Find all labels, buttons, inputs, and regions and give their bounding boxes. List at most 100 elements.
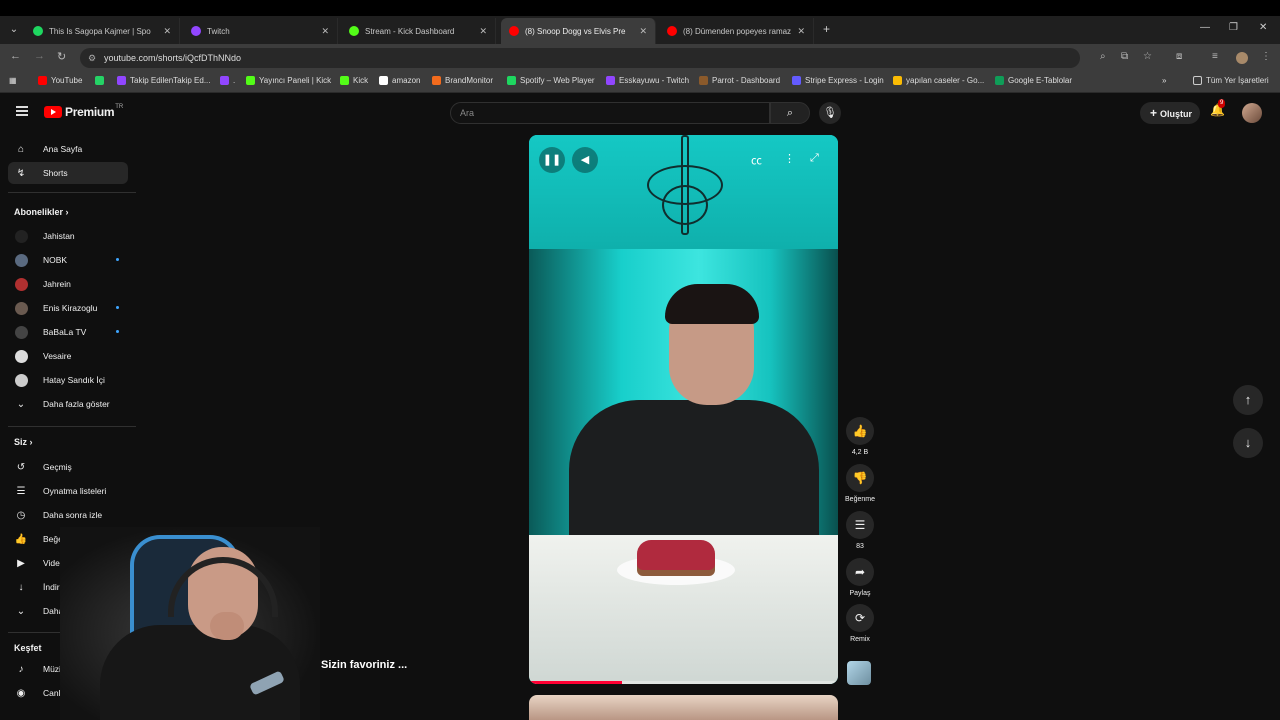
bookmark-item[interactable]: Takip EdilenTakip Ed... [117, 76, 211, 85]
close-window-icon[interactable]: ✕ [1259, 22, 1267, 33]
url-bar[interactable]: ⚙ youtube.com/shorts/iQcfDThNNdo [80, 48, 1080, 68]
guide-menu-icon[interactable] [16, 106, 28, 116]
tab-close-icon[interactable]: ✕ [797, 26, 805, 37]
person-hair [665, 284, 759, 324]
sidebar-item[interactable]: ☰ Oynatma listeleri [8, 480, 128, 502]
volume-icon: ◀ [580, 154, 590, 166]
show-more-button[interactable]: ⌄ Daha fazla göster [8, 393, 128, 415]
browser-tab[interactable]: Stream - Kick Dashboard ✕ [341, 18, 496, 44]
zoom-icon[interactable]: ⌕ [1100, 51, 1106, 62]
fullscreen-icon[interactable]: ⤢ [810, 152, 819, 165]
next-short-preview[interactable] [529, 695, 838, 720]
your-videos-icon: ▶ [17, 557, 25, 569]
bookmark-item[interactable]: . [220, 76, 235, 85]
comment-count: 83 [856, 543, 864, 550]
more-options-icon[interactable]: ⋮ [784, 152, 795, 165]
create-button[interactable]: + Oluştur [1140, 102, 1200, 124]
sidebar-item-home[interactable]: ⌂ Ana Sayfa [8, 138, 128, 160]
show-more-label: Daha fazla göster [43, 399, 110, 409]
tab-close-icon[interactable]: ✕ [321, 26, 329, 37]
streamer-body [100, 625, 300, 720]
bookmark-label: Spotify – Web Player [520, 76, 595, 85]
subscriptions-heading[interactable]: Abonelikler › [14, 207, 69, 217]
bookmark-item[interactable]: BrandMonitor [432, 76, 493, 85]
more-bookmarks-icon[interactable]: » [1162, 76, 1166, 85]
sidebar-subscription[interactable]: Enis Kirazoglu [8, 297, 128, 319]
browser-tab[interactable]: (8) Dümenden popeyes ramaza ✕ [659, 18, 814, 44]
sidebar-subscription[interactable]: Jahistan [8, 225, 128, 247]
comments-button[interactable]: ☰ [846, 511, 874, 539]
site-info-icon[interactable]: ⚙ [88, 48, 96, 68]
sidebar-subscription[interactable]: Hatay Sandık İçi [8, 369, 128, 391]
bookmark-item[interactable]: Stripe Express - Login [792, 76, 884, 85]
like-button[interactable]: 👍 [846, 417, 874, 445]
bookmark-favicon [792, 76, 801, 85]
youtube-logo[interactable]: Premium TR [44, 104, 123, 119]
tab-close-icon[interactable]: ✕ [163, 26, 171, 37]
remix-icon: ⟳ [854, 611, 866, 625]
bookmark-item[interactable] [95, 76, 108, 85]
voice-search-button[interactable]: 🎙 [819, 102, 841, 124]
reload-icon[interactable]: ↻ [57, 50, 66, 63]
previous-short-button[interactable]: ↑ [1233, 385, 1263, 415]
tab-close-icon[interactable]: ✕ [639, 26, 647, 37]
minimize-icon[interactable]: — [1200, 22, 1210, 33]
notifications-button[interactable]: 🔔 9 [1210, 99, 1226, 117]
bookmark-item[interactable]: Google E-Tablolar [995, 76, 1072, 85]
bookmark-item[interactable]: YouTube [38, 76, 82, 85]
browser-tab[interactable]: Twitch ✕ [183, 18, 338, 44]
bookmark-item[interactable]: yapılan caseler - Go... [893, 76, 984, 85]
tab-search-icon[interactable]: ⌄ [6, 22, 22, 38]
chevron-down-icon: ⌄ [16, 398, 26, 410]
search-input[interactable]: Ara [450, 102, 770, 124]
sidebar-subscription[interactable]: BaBaLa TV [8, 321, 128, 343]
bookmark-item[interactable]: Yayıncı Paneli | Kick [246, 76, 331, 85]
short-video-player[interactable]: ❚❚ ◀ ㏄ ⋮ ⤢ [529, 135, 838, 684]
sidebar-item-shorts[interactable]: ↯ Shorts [8, 162, 128, 184]
all-bookmarks[interactable]: Tüm Yer İşaretleri [1193, 76, 1269, 85]
account-avatar[interactable] [1242, 103, 1262, 123]
tab-close-icon[interactable]: ✕ [479, 26, 487, 37]
dislike-button[interactable]: 👎 [846, 464, 874, 492]
tab-title: This Is Sagopa Kajmer | Spo [49, 26, 151, 36]
profile-avatar[interactable] [1236, 52, 1248, 64]
bookmark-label: Stripe Express - Login [805, 76, 884, 85]
bookmark-star-icon[interactable]: ☆ [1143, 51, 1152, 62]
bookmark-item[interactable]: amazon [379, 76, 420, 85]
sidebar-item[interactable]: ↺ Geçmiş [8, 456, 128, 478]
pause-button[interactable]: ❚❚ [539, 147, 565, 173]
bookmark-favicon [606, 76, 615, 85]
chandelier [637, 135, 733, 245]
sidebar-item-label: Oynatma listeleri [43, 486, 107, 496]
progress-bar[interactable] [529, 681, 838, 684]
remix-button[interactable]: ⟳ [846, 604, 874, 632]
sidebar-item[interactable]: ◷ Daha sonra izle [8, 504, 128, 526]
browser-tab[interactable]: This Is Sagopa Kajmer | Spo ✕ [25, 18, 180, 44]
next-short-button[interactable]: ↓ [1233, 428, 1263, 458]
search-button[interactable]: ⌕ [770, 102, 810, 124]
bookmark-item[interactable]: Esskayuwu - Twitch [606, 76, 689, 85]
extensions-icon[interactable]: ⧈ [1176, 51, 1182, 62]
restore-icon[interactable]: ❐ [1229, 22, 1238, 33]
bookmark-item[interactable]: Parrot - Dashboard [699, 76, 780, 85]
sidebar-subscription[interactable]: Jahrein [8, 273, 128, 295]
menu-icon[interactable]: ⋮ [1261, 51, 1271, 62]
captions-icon[interactable]: ㏄ [751, 152, 762, 168]
share-button[interactable]: ➦ [846, 558, 874, 586]
browser-tab[interactable]: (8) Snoop Dogg vs Elvis Pre ✕ [501, 18, 656, 44]
sidebar-subscription[interactable]: Vesaire [8, 345, 128, 367]
channel-name: BaBaLa TV [43, 327, 87, 337]
forward-icon[interactable]: → [34, 50, 45, 62]
media-control-icon[interactable]: ≡ [1212, 51, 1218, 62]
sound-thumbnail[interactable] [847, 661, 871, 685]
sidebar-subscription[interactable]: NOBK [8, 249, 128, 271]
install-icon[interactable]: ⧉ [1121, 51, 1128, 62]
bookmark-favicon [340, 76, 349, 85]
new-tab-button[interactable]: + [823, 22, 830, 36]
bookmark-item[interactable]: Kick [340, 76, 368, 85]
volume-button[interactable]: ◀ [572, 147, 598, 173]
apps-icon[interactable]: ▦ [9, 76, 17, 85]
back-icon[interactable]: ← [10, 50, 21, 62]
bookmark-item[interactable]: Spotify – Web Player [507, 76, 595, 85]
you-heading[interactable]: Siz › [14, 437, 33, 447]
